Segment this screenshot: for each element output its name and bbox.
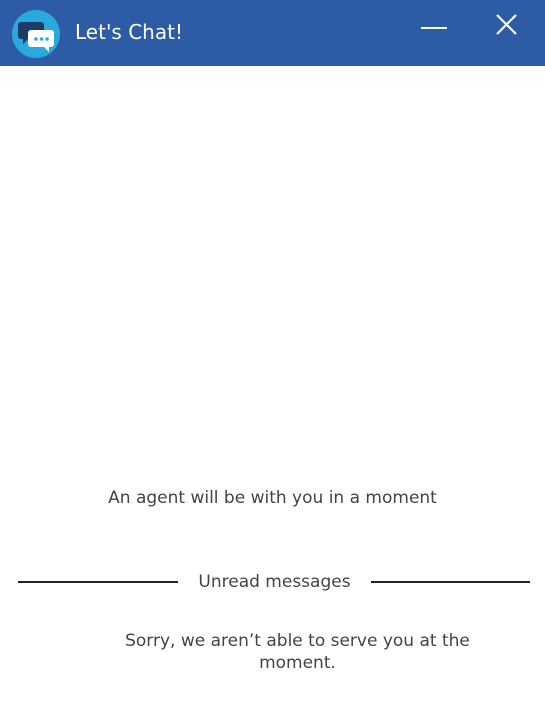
- agent-status-message: An agent will be with you in a moment: [108, 488, 437, 508]
- divider-line-left: [18, 581, 178, 583]
- chat-logo: [12, 10, 60, 58]
- chat-window: Let's Chat! An agent will be with you in…: [0, 0, 545, 704]
- close-button[interactable]: [487, 8, 527, 48]
- minimize-button[interactable]: [413, 8, 453, 48]
- system-message: Sorry, we aren’t able to serve you at th…: [125, 631, 470, 673]
- unread-messages-divider: Unread messages: [18, 569, 530, 595]
- chat-title: Let's Chat!: [75, 20, 183, 44]
- close-icon: [496, 14, 517, 35]
- divider-label: Unread messages: [198, 572, 351, 592]
- divider-line-right: [371, 581, 530, 583]
- chat-header: Let's Chat!: [0, 0, 545, 66]
- chat-bubbles-icon: [18, 22, 54, 52]
- minimize-icon: [421, 27, 447, 29]
